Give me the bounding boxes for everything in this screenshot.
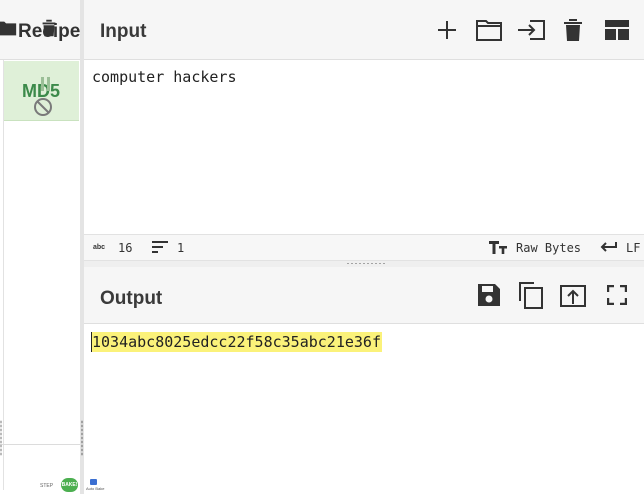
input-eol[interactable]: LF (626, 241, 640, 255)
plus-icon[interactable] (431, 14, 463, 46)
layout-icon[interactable] (601, 14, 633, 46)
fullscreen-icon[interactable] (601, 279, 633, 311)
recipe-edge (3, 60, 4, 490)
step-button[interactable]: STEP (40, 483, 53, 489)
input-charset[interactable]: Raw Bytes (516, 241, 581, 255)
trash-icon[interactable] (557, 14, 589, 46)
autobake-checkbox[interactable] (90, 479, 97, 485)
output-caret (91, 332, 92, 352)
resize-handle[interactable] (0, 420, 2, 456)
sign-in-icon[interactable] (515, 14, 547, 46)
divider-grip[interactable] (81, 420, 83, 456)
folder-open-icon[interactable] (473, 14, 505, 46)
lines-icon (152, 241, 168, 256)
breakpoint-icon[interactable] (41, 77, 51, 96)
input-textarea[interactable]: computer hackers (92, 68, 237, 86)
length-icon: abc (93, 244, 106, 251)
input-header: Input (84, 0, 644, 60)
output-title: Output (100, 288, 163, 309)
recipe-header: Recipe (0, 0, 80, 60)
bake-button[interactable]: BAKE! (61, 478, 78, 492)
replace-input-icon[interactable] (557, 279, 589, 311)
copy-icon[interactable] (515, 279, 547, 311)
folder-icon[interactable] (0, 17, 18, 44)
input-title: Input (100, 21, 147, 42)
disable-icon[interactable] (33, 97, 53, 122)
output-header: Output (84, 267, 644, 324)
input-length: 16 (118, 241, 133, 255)
text-format-icon[interactable] (489, 241, 507, 257)
input-lines: 1 (177, 241, 185, 255)
trash-icon[interactable] (38, 17, 60, 44)
eol-icon[interactable] (599, 241, 617, 256)
input-status-bar: abc 16 1 Raw Bytes LF (84, 234, 644, 261)
splitter-grip[interactable] (346, 262, 386, 265)
save-icon[interactable] (473, 279, 505, 311)
output-text[interactable]: 1034abc8025edcc22f58c35abc21e36f (91, 332, 382, 352)
autobake-label: Auto Bake (86, 486, 105, 491)
